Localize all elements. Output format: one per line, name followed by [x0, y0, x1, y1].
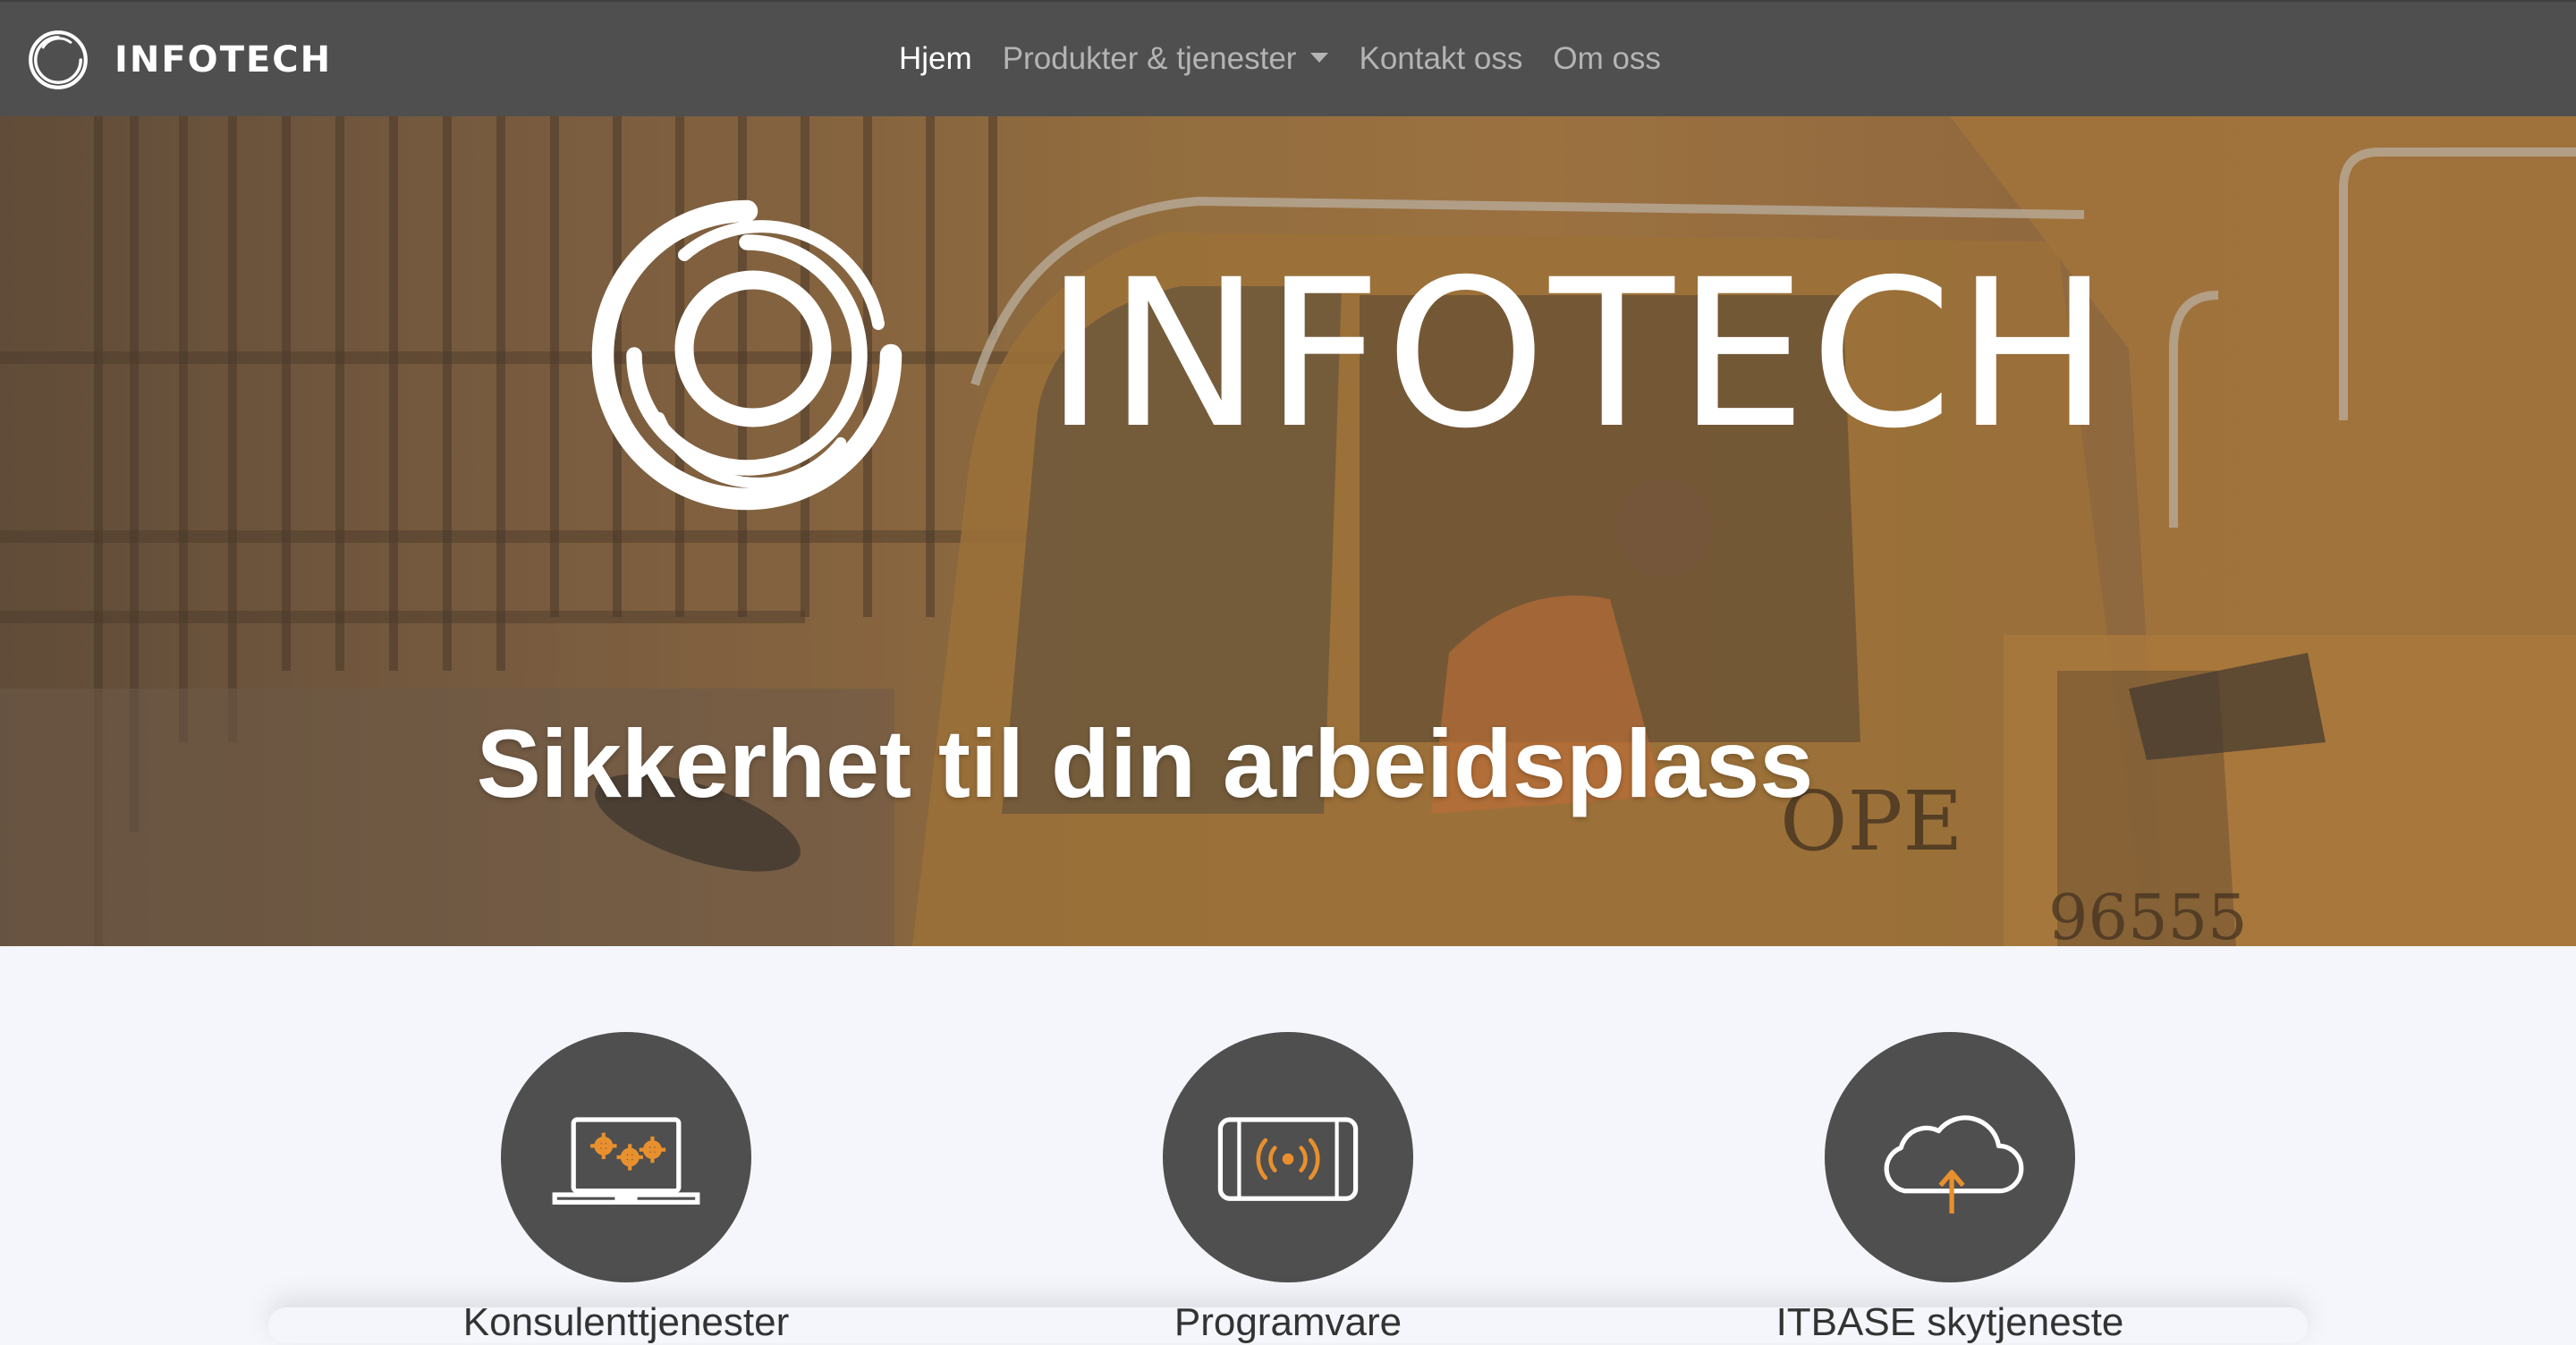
hero-banner: OPE 96555 INFOTECH Sikkerhet til din arb… [0, 116, 2576, 946]
hero-title: INFOTECH [1045, 235, 2114, 473]
cloud-upload-icon [1884, 1115, 2024, 1214]
content-card-shadow [268, 1307, 2308, 1343]
main-nav: Hjem Produkter & tjenester Kontakt oss O… [899, 2, 1661, 116]
feature-icon-circle [1825, 1032, 2075, 1282]
feature-icon-circle [501, 1032, 751, 1282]
top-navbar: INFOTECH Hjem Produkter & tjenester Kont… [0, 0, 2576, 116]
laptop-gears-icon [552, 1117, 700, 1205]
caret-down-icon [1310, 52, 1329, 63]
hero-subtitle: Sikkerhet til din arbeidsplass [476, 709, 1814, 817]
feature-card-konsulent[interactable]: Konsulenttjenester [463, 1032, 789, 1344]
feature-icon-circle [1163, 1032, 1413, 1282]
nav-link-kontakt[interactable]: Kontakt oss [1359, 41, 1522, 77]
tablet-signal-icon [1217, 1117, 1359, 1201]
nav-dropdown-label: Produkter & tjenester [1002, 41, 1297, 76]
infotech-hero-logo-icon [591, 199, 902, 511]
brand-link[interactable]: INFOTECH [27, 29, 332, 91]
feature-card-skytjeneste[interactable]: ITBASE skytjeneste [1776, 1032, 2123, 1344]
infotech-logo-icon [29, 30, 88, 89]
nav-dropdown-produkter[interactable]: Produkter & tjenester [1003, 41, 1329, 77]
brand-name: INFOTECH [114, 39, 333, 80]
nav-link-hjem[interactable]: Hjem [899, 41, 972, 77]
nav-link-om-oss[interactable]: Om oss [1553, 41, 1661, 77]
features-section: Konsulenttjenester Programvare ITBASE sk… [0, 946, 2576, 1344]
feature-card-programvare[interactable]: Programvare [1163, 1032, 1413, 1344]
